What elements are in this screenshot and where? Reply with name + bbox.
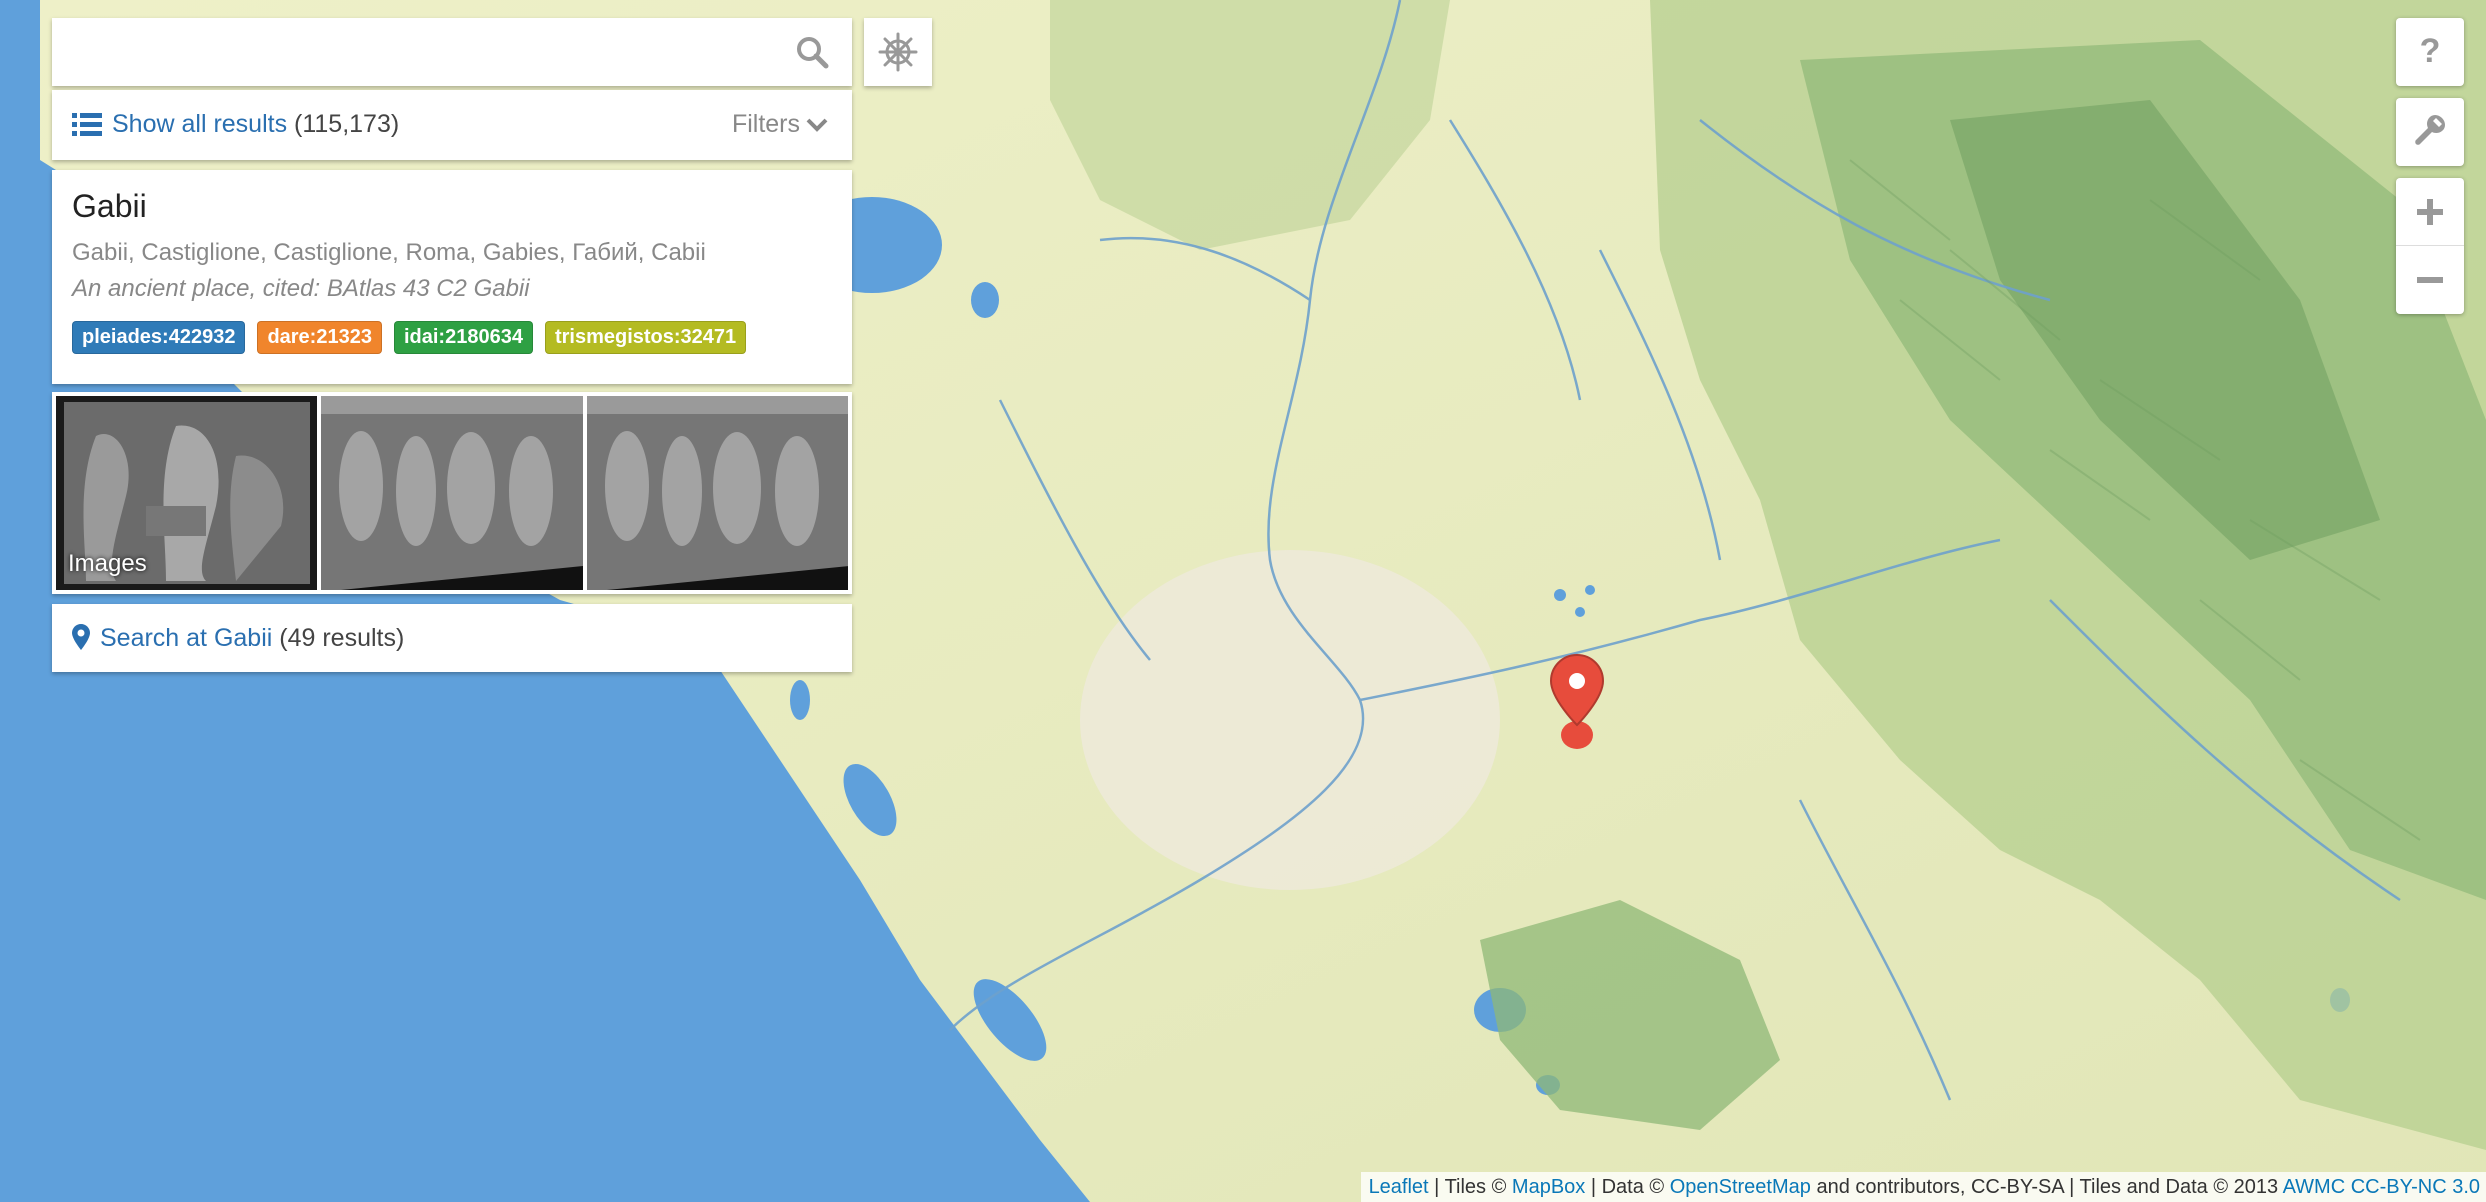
search-at-count: (49 results) xyxy=(279,624,405,652)
attribution-text-2: | Data © xyxy=(1585,1176,1670,1198)
show-all-results-link[interactable]: Show all results (115,173) xyxy=(112,110,399,139)
list-icon xyxy=(72,112,102,138)
place-description: An ancient place, cited: BAtlas 43 C2 Ga… xyxy=(72,275,530,302)
search-box xyxy=(52,18,852,86)
filters-label: Filters xyxy=(731,110,800,138)
zoom-control xyxy=(2396,178,2464,314)
place-alt-names: Gabii, Castiglione, Castiglione, Roma, G… xyxy=(72,239,706,266)
results-bar: Show all results (115,173) Filters xyxy=(52,90,852,160)
tools-button[interactable] xyxy=(2396,98,2464,166)
osm-link[interactable]: OpenStreetMap xyxy=(1670,1176,1811,1198)
show-all-label: Show all results xyxy=(112,110,288,138)
image-thumbnail[interactable] xyxy=(586,396,848,590)
search-at-place: Search at Gabii (49 results) xyxy=(52,604,852,672)
marker-pin xyxy=(1549,653,1605,727)
place-name: Gabii xyxy=(72,188,147,224)
leaflet-link[interactable]: Leaflet xyxy=(1369,1176,1429,1198)
wrench-icon xyxy=(2412,112,2448,153)
search-icon[interactable] xyxy=(794,34,830,70)
image-thumbnail[interactable]: Images xyxy=(56,396,318,590)
question-icon: ? xyxy=(2415,32,2445,72)
search-input[interactable] xyxy=(52,18,772,86)
search-at-label: Search at Gabii xyxy=(100,624,273,652)
zoom-out-button[interactable] xyxy=(2396,245,2464,313)
map-attribution: Leaflet | Tiles © MapBox | Data © OpenSt… xyxy=(1360,1172,2486,1202)
images-label: Images xyxy=(68,550,147,577)
tag-idai[interactable]: idai:2180634 xyxy=(393,321,533,354)
results-count: (115,173) xyxy=(294,110,400,138)
help-button[interactable]: ? xyxy=(2396,18,2464,86)
image-thumbnail[interactable] xyxy=(321,396,583,590)
tag-dare[interactable]: dare:21323 xyxy=(257,321,382,354)
mapbox-link[interactable]: MapBox xyxy=(1512,1176,1585,1198)
place-card: Gabii Gabii, Castiglione, Castiglione, R… xyxy=(52,170,852,384)
attribution-text-3: and contributors, CC-BY-SA | Tiles and D… xyxy=(1810,1176,2283,1198)
tag-pleiades[interactable]: pleiades:422932 xyxy=(72,321,246,354)
location-marker[interactable] xyxy=(1549,653,1605,753)
minus-icon xyxy=(2417,276,2443,283)
search-at-place-link[interactable]: Search at Gabii (49 results) xyxy=(100,624,404,653)
settings-button[interactable] xyxy=(864,18,932,86)
zoom-in-button[interactable] xyxy=(2396,178,2464,245)
tag-trismegistos[interactable]: trismegistos:32471 xyxy=(544,321,747,354)
id-tags: pleiades:422932 dare:21323 idai:2180634 … xyxy=(72,321,832,354)
images-strip: Images xyxy=(52,392,852,594)
awmc-link[interactable]: AWMC CC-BY-NC 3.0 xyxy=(2283,1176,2480,1198)
attribution-text-1: | Tiles © xyxy=(1428,1176,1512,1198)
chevron-down-icon xyxy=(806,118,828,133)
svg-text:?: ? xyxy=(2420,33,2441,67)
map-pin-icon xyxy=(72,624,90,655)
urban-area xyxy=(1080,550,1500,890)
filters-toggle[interactable]: Filters xyxy=(732,110,828,139)
plus-icon xyxy=(2417,198,2443,225)
